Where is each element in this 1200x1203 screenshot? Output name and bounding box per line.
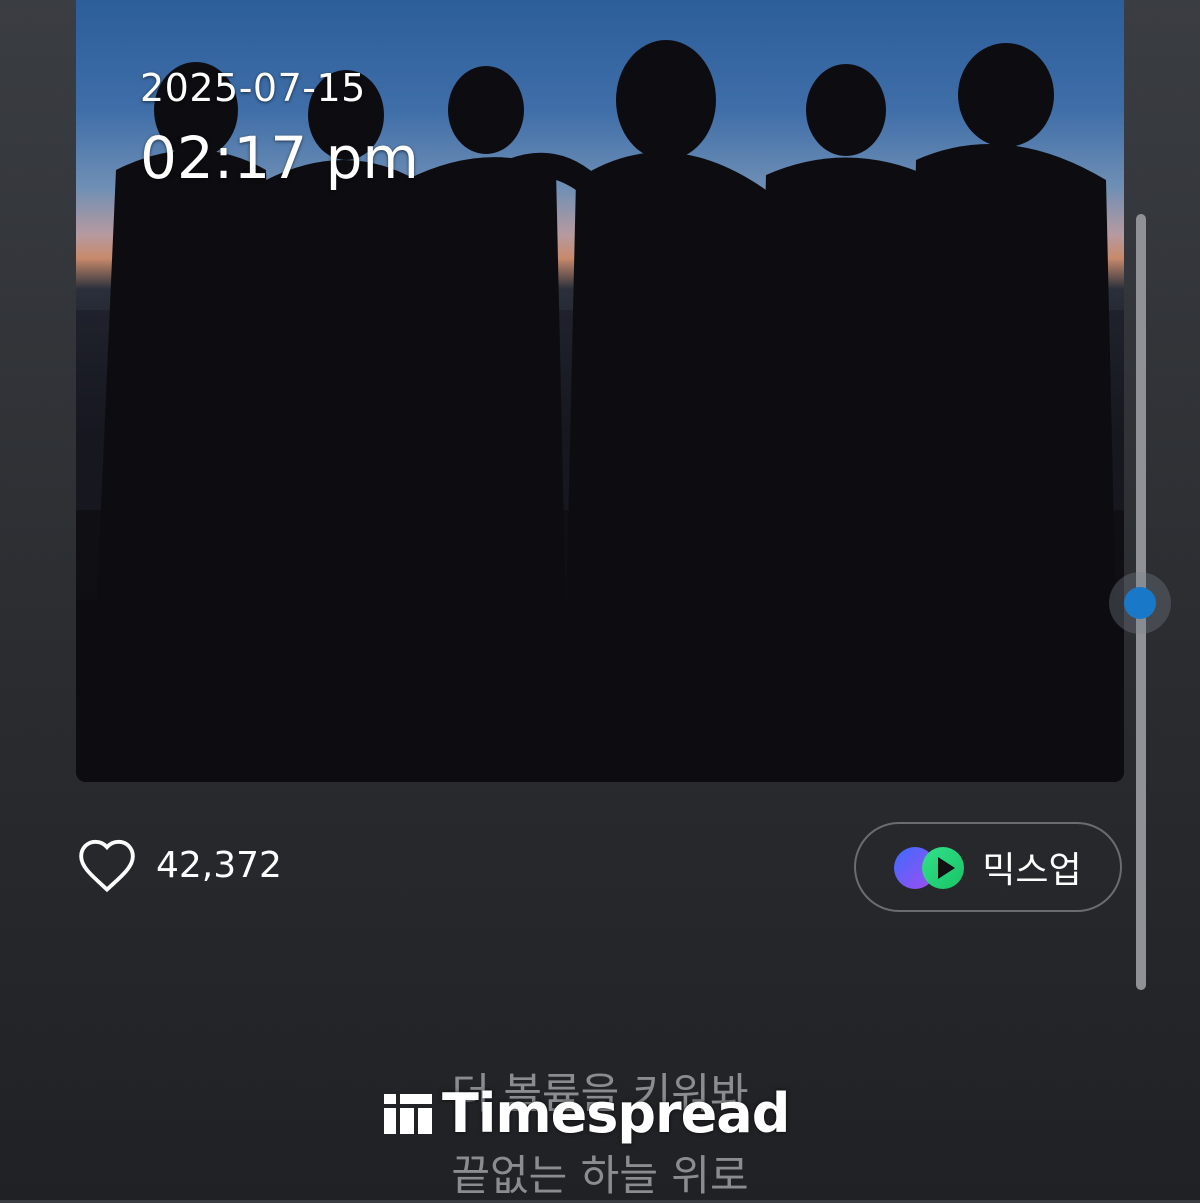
- mixup-button[interactable]: 믹스업: [854, 822, 1122, 912]
- like-button[interactable]: 42,372: [76, 836, 282, 894]
- like-count: 42,372: [156, 844, 282, 886]
- album-date: 2025-07-15: [140, 66, 366, 110]
- scrollbar-thumb[interactable]: [1124, 587, 1156, 619]
- mixup-icon: [894, 845, 968, 889]
- heart-outline-icon: [79, 839, 135, 893]
- watermark-brand: Timespread: [442, 1082, 790, 1145]
- timestamp: 2025-07-15 02:17 pm: [140, 66, 419, 192]
- timespread-logo-icon: [384, 1093, 432, 1134]
- album-artwork: 2025-07-15 02:17 pm: [76, 0, 1124, 782]
- watermark: Timespread: [384, 1082, 790, 1145]
- album-time: 02:17 pm: [140, 124, 419, 192]
- lyric-line-next[interactable]: 끝없는 하늘 위로: [0, 1142, 1200, 1203]
- mixup-label: 믹스업: [982, 850, 1082, 891]
